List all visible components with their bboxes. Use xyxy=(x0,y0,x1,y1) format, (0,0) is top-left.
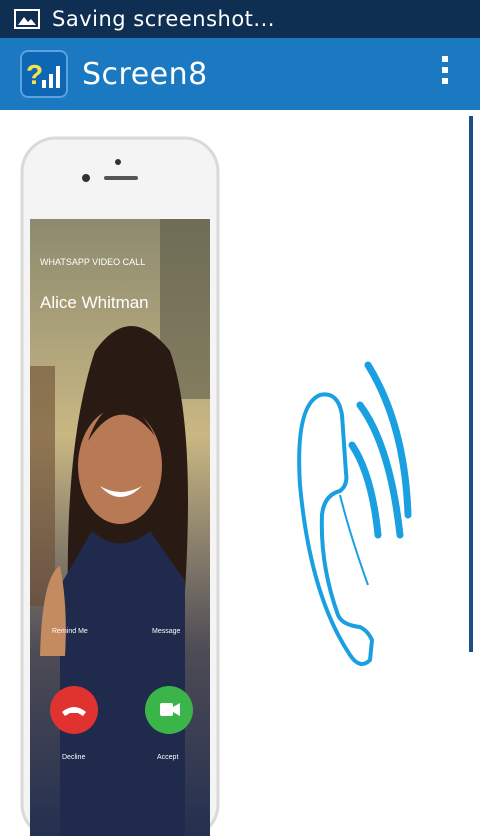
message-label: Message xyxy=(152,628,181,635)
notification-text: Saving screenshot... xyxy=(52,7,275,31)
app-title: Screen8 xyxy=(82,56,208,92)
overflow-menu-icon[interactable] xyxy=(438,56,452,92)
phone-illustration: WHATSAPP VIDEO CALL Alice Whitman Remind… xyxy=(20,136,220,836)
accept-label: Accept xyxy=(157,754,178,761)
scrollbar[interactable] xyxy=(469,116,473,652)
decline-label: Decline xyxy=(62,754,85,761)
remind-label: Remind Me xyxy=(52,628,88,635)
image-icon xyxy=(14,9,40,29)
content-area: WHATSAPP VIDEO CALL Alice Whitman Remind… xyxy=(0,110,480,836)
caller-name: Alice Whitman xyxy=(40,293,149,312)
ringing-phone-icon xyxy=(297,361,412,666)
signal-question-icon: ? xyxy=(20,50,68,98)
status-bar: Saving screenshot... xyxy=(0,0,480,38)
svg-text:?: ? xyxy=(26,59,43,90)
action-bar: ? Screen8 xyxy=(0,38,480,112)
video-camera-icon xyxy=(160,703,173,716)
call-header: WHATSAPP VIDEO CALL xyxy=(40,257,145,267)
